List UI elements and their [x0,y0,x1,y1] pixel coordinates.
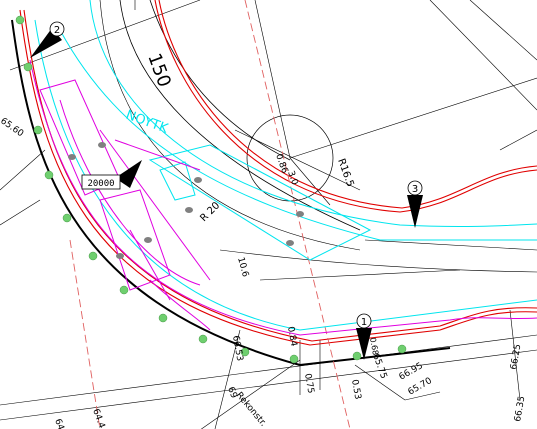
dim-075-label: 0.75 [302,373,315,394]
dim-084-label: 0.84 [285,326,298,348]
radius-20-label: R 20 [198,200,222,224]
dim-6560-label: 65.60 [0,116,25,139]
survey-lines [0,0,537,429]
drawing-canvas: 2 3 1 20000 150 R16.5 R 20 0.86 3.0 10.6… [0,0,537,429]
dim-068-label: 0.68 [368,337,380,356]
marker-3[interactable]: 3 [407,180,423,228]
dim-6625-label: 66.25 [509,343,523,370]
road-text-label: Rekonstr. [234,391,268,429]
dim-64-label: 64 [52,418,65,429]
dim-30-label: 3.0 [285,170,299,187]
dim-6635-label: 66.35 [513,395,527,422]
marker-1-label: 1 [361,317,367,328]
dim-6595-label: 66.95 [398,361,425,383]
magenta-lines [29,59,537,336]
road-number-label: 150 [143,51,174,90]
radius-16-label: R16.5 [335,157,355,188]
dim-053-label: 0.53 [349,379,362,400]
marker-2[interactable]: 2 [30,21,65,58]
red-road-edges [19,0,537,346]
boxed-label-group: 20000 [81,160,142,190]
marker-2-label: 2 [54,25,60,36]
gray-points [68,142,304,259]
dim-6575-label: 65.75 [370,353,388,381]
cyan-text-label: NOYTK [124,108,171,137]
box-value-text: 20000 [87,179,114,189]
dim-6553-label: 66.53 [230,335,244,362]
dim-106-label: 10.6 [235,256,250,278]
dim-64b-label: 64.4 [90,408,106,429]
marker-3-label: 3 [412,184,418,195]
cad-drawing: 2 3 1 20000 150 R16.5 R 20 0.86 3.0 10.6… [0,0,537,429]
